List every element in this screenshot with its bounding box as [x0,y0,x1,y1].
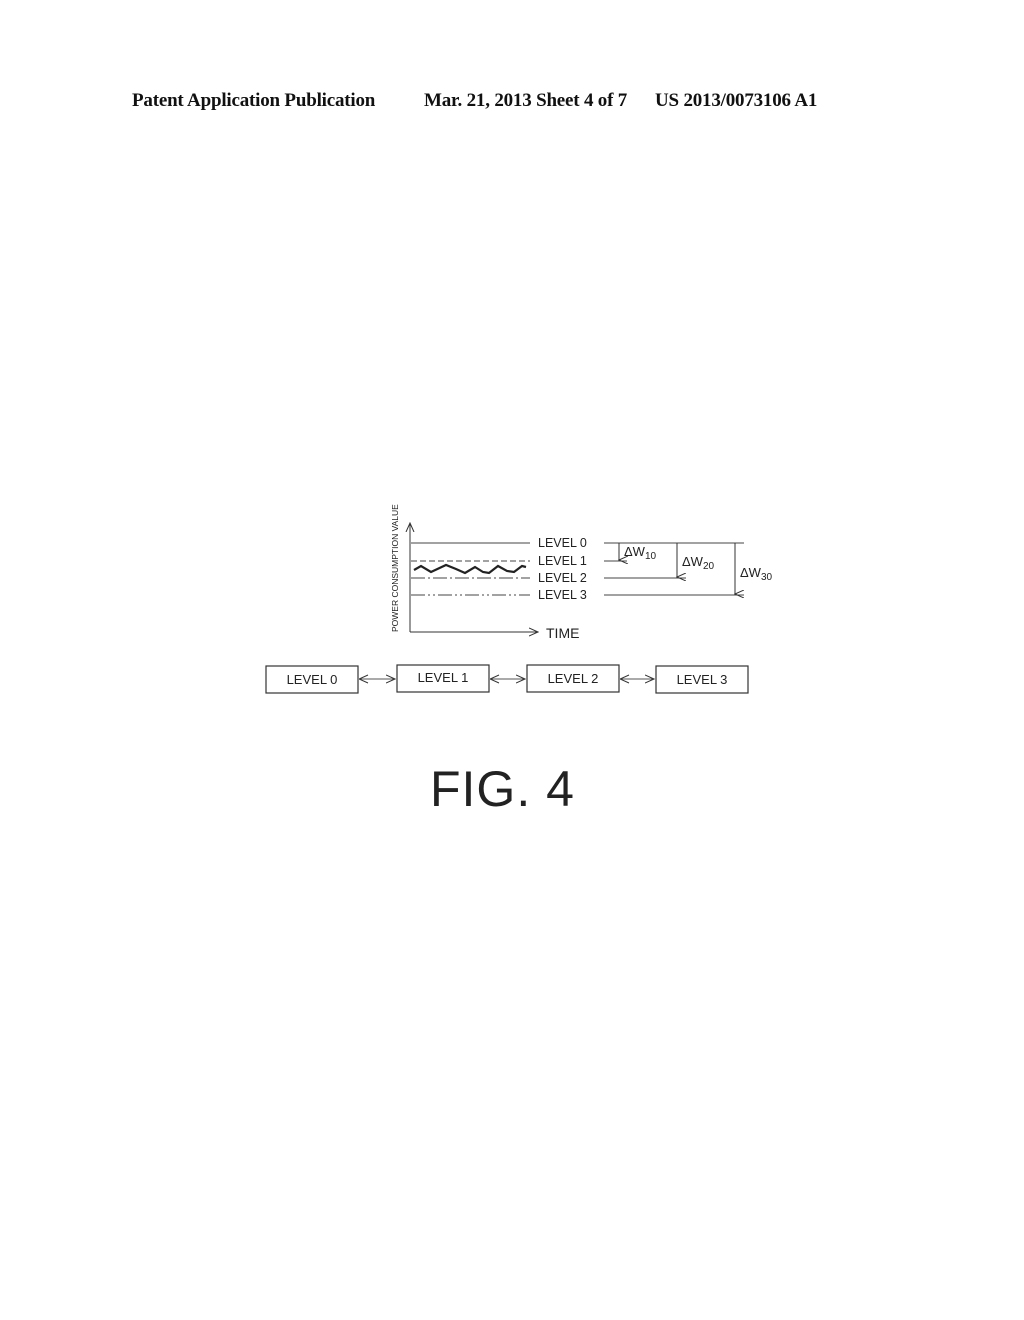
graph-level-3-label: LEVEL 3 [538,588,587,602]
delta-w30-label: ΔW30 [740,565,773,583]
power-consumption-trace [413,563,527,575]
state-box-level-2: LEVEL 2 [526,664,620,693]
graph-level-1-label: LEVEL 1 [538,554,587,568]
state-box-level-3: LEVEL 3 [655,665,749,694]
delta-w10-label: ΔW10 [624,544,657,562]
graph-level-2-label: LEVEL 2 [538,571,587,585]
state-box-level-1: LEVEL 1 [396,664,490,693]
svg-text:LEVEL 1: LEVEL 1 [418,670,469,685]
svg-text:LEVEL 2: LEVEL 2 [548,671,599,686]
x-axis-label: TIME [546,625,579,641]
graph-level-0-label: LEVEL 0 [538,536,587,550]
state-box-level-0: LEVEL 0 [265,665,359,694]
svg-text:LEVEL 3: LEVEL 3 [677,672,728,687]
svg-text:LEVEL 0: LEVEL 0 [287,672,338,687]
delta-w20-label: ΔW20 [682,554,715,572]
figure-caption: FIG. 4 [430,761,575,817]
figure-4-drawing: POWER CONSUMPTION VALUE TIME LEVEL 0 LEV… [265,504,773,694]
y-axis-label: POWER CONSUMPTION VALUE [390,504,400,632]
